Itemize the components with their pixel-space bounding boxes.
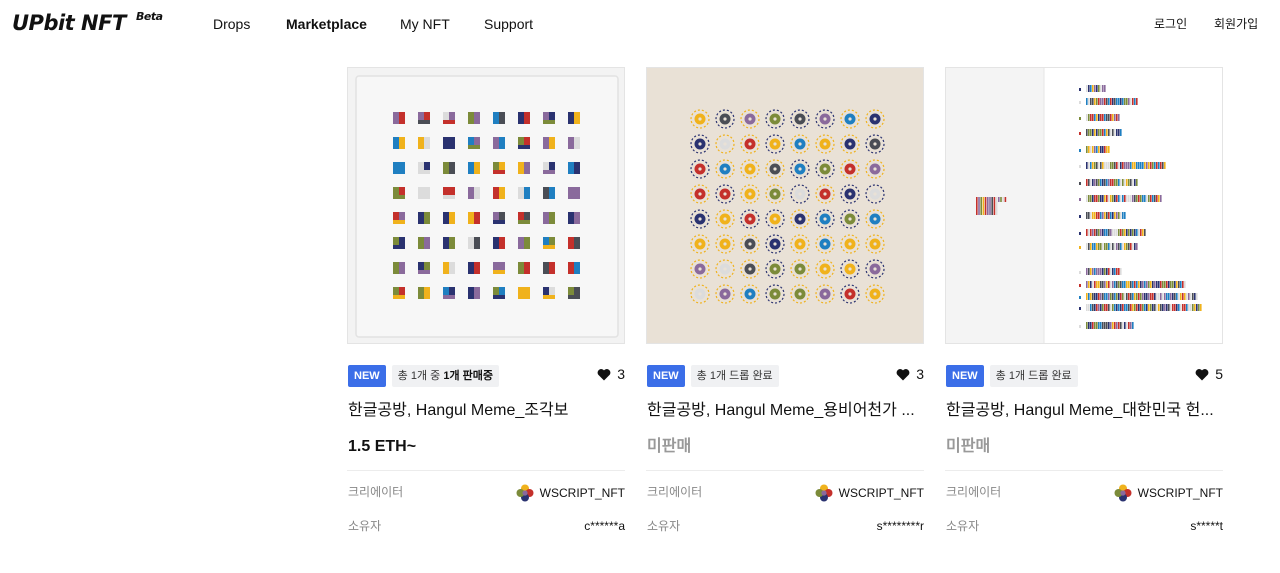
owner-label: 소유자: [946, 519, 980, 533]
sale-status-badge: 총 1개 중 1개 판매중: [391, 365, 499, 387]
owner-label: 소유자: [647, 519, 681, 533]
like-count: 3: [916, 366, 924, 382]
nft-title[interactable]: 한글공방, Hangul Meme_대한민국 헌...: [946, 400, 1222, 422]
new-badge: NEW: [647, 365, 685, 387]
owner-name[interactable]: s********r: [877, 518, 924, 534]
creator-name: WSCRIPT_NFT: [539, 486, 625, 500]
creator-label: 크리에이터: [348, 485, 404, 499]
nft-title[interactable]: 한글공방, Hangul Meme_용비어천가 ...: [647, 400, 923, 422]
nft-title[interactable]: 한글공방, Hangul Meme_조각보: [348, 400, 624, 422]
beta-badge: Beta: [136, 10, 163, 23]
nft-price: 미판매: [647, 438, 692, 455]
nav-my-nft[interactable]: My NFT: [400, 15, 450, 33]
divider: [347, 470, 625, 471]
login-link[interactable]: 로그인: [1154, 16, 1187, 32]
nft-artwork-thumbnail[interactable]: [646, 67, 924, 344]
creator-link[interactable]: WSCRIPT_NFT: [516, 484, 625, 502]
nav-drops[interactable]: Drops: [213, 15, 250, 33]
card-tags: NEW 총 1개 중 1개 판매중: [348, 365, 499, 387]
logo-text: UPbit NFT: [12, 11, 126, 35]
card-tags: NEW 총 1개 드롭 완료: [647, 365, 779, 387]
creator-avatar-icon: [1114, 484, 1132, 502]
creator-name: WSCRIPT_NFT: [838, 486, 924, 500]
nft-artwork-thumbnail[interactable]: [347, 67, 625, 344]
nft-price: 1.5 ETH~: [348, 438, 417, 455]
nft-card[interactable]: NEW 총 1개 드롭 완료 3 한글공방, Hangul Meme_용비어천가…: [646, 67, 924, 547]
signup-link[interactable]: 회원가입: [1214, 16, 1258, 32]
top-navigation-bar: UPbit NFT Beta Drops Marketplace My NFT …: [0, 0, 1280, 48]
heart-icon: [597, 368, 611, 380]
like-button[interactable]: 5: [1195, 366, 1223, 382]
like-button[interactable]: 3: [896, 366, 924, 382]
creator-avatar-icon: [516, 484, 534, 502]
like-button[interactable]: 3: [597, 366, 625, 382]
nft-artwork-thumbnail[interactable]: [945, 67, 1223, 344]
nav-support[interactable]: Support: [484, 15, 533, 33]
nft-price: 미판매: [946, 438, 991, 455]
nft-card[interactable]: NEW 총 1개 중 1개 판매중 3 한글공방, Hangul Meme_조각…: [347, 67, 625, 547]
like-count: 3: [617, 366, 625, 382]
creator-label: 크리에이터: [946, 485, 1002, 499]
owner-name[interactable]: s*****t: [1190, 518, 1223, 534]
creator-link[interactable]: WSCRIPT_NFT: [815, 484, 924, 502]
owner-name[interactable]: c******a: [584, 518, 625, 534]
new-badge: NEW: [348, 365, 386, 387]
sale-status-badge: 총 1개 드롭 완료: [989, 365, 1078, 387]
creator-link[interactable]: WSCRIPT_NFT: [1114, 484, 1223, 502]
owner-label: 소유자: [348, 519, 382, 533]
creator-label: 크리에이터: [647, 485, 703, 499]
divider: [945, 470, 1223, 471]
nft-card[interactable]: NEW 총 1개 드롭 완료 5 한글공방, Hangul Meme_대한민국 …: [945, 67, 1223, 547]
heart-icon: [896, 368, 910, 380]
divider: [646, 470, 924, 471]
card-tags: NEW 총 1개 드롭 완료: [946, 365, 1078, 387]
heart-icon: [1195, 368, 1209, 380]
upbit-nft-logo[interactable]: UPbit NFT Beta: [12, 10, 163, 36]
like-count: 5: [1215, 366, 1223, 382]
creator-avatar-icon: [815, 484, 833, 502]
sale-status-badge: 총 1개 드롭 완료: [690, 365, 779, 387]
creator-name: WSCRIPT_NFT: [1137, 486, 1223, 500]
nav-marketplace[interactable]: Marketplace: [286, 15, 367, 33]
new-badge: NEW: [946, 365, 984, 387]
